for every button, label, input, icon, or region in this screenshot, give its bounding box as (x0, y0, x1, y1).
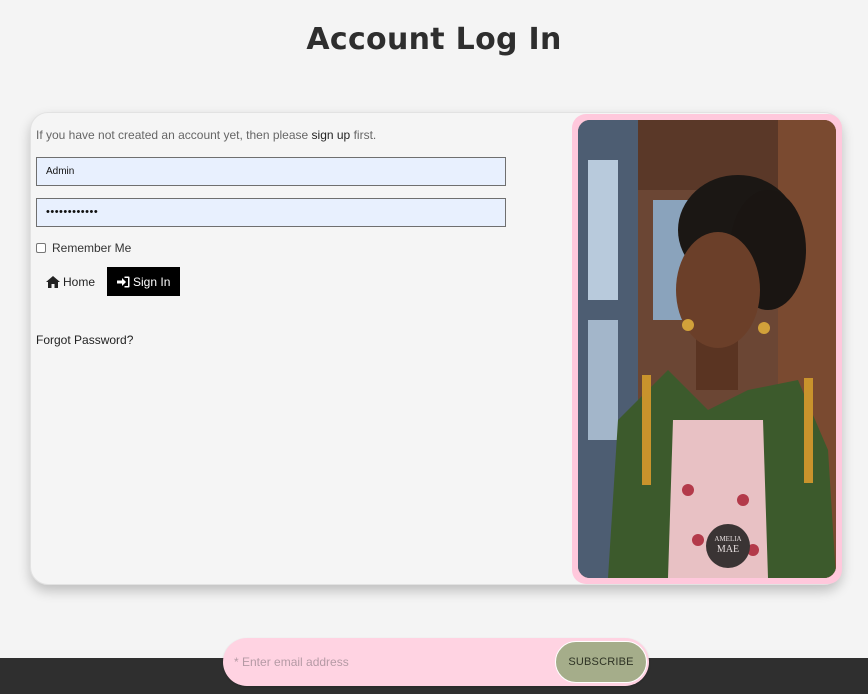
signup-hint-before: If you have not created an account yet, … (36, 128, 312, 142)
hero-photo: AMELIA MAE (578, 120, 836, 578)
photo-frame: AMELIA MAE (572, 114, 842, 584)
newsletter-form: * Enter email address SUBSCRIBE (223, 638, 649, 686)
signup-hint-after: first. (350, 128, 377, 142)
password-field[interactable]: •••••••••••• (36, 198, 506, 227)
remember-me-checkbox[interactable] (36, 243, 46, 253)
subscribe-button[interactable]: SUBSCRIBE (555, 641, 647, 683)
button-row: Home Sign In (36, 267, 506, 296)
username-field[interactable]: Admin (36, 157, 506, 186)
hero-illustration: AMELIA MAE (578, 120, 836, 578)
page-title: Account Log In (306, 22, 562, 57)
sign-in-button-label: Sign In (133, 274, 171, 289)
home-button-label: Home (63, 274, 96, 289)
home-icon (46, 275, 60, 288)
sign-up-link[interactable]: sign up (312, 128, 351, 142)
email-input[interactable]: * Enter email address (234, 655, 555, 669)
forgot-password-link[interactable]: Forgot Password? (36, 333, 506, 347)
signup-hint: If you have not created an account yet, … (36, 128, 506, 142)
login-form: If you have not created an account yet, … (36, 128, 506, 347)
sign-in-button[interactable]: Sign In (107, 267, 181, 296)
badge-line-2: MAE (717, 544, 739, 555)
home-button[interactable]: Home (36, 267, 105, 296)
remember-me-row[interactable]: Remember Me (36, 241, 506, 255)
remember-me-label: Remember Me (52, 241, 132, 255)
badge-line-1: AMELIA (714, 535, 741, 543)
sign-in-icon (117, 276, 130, 287)
